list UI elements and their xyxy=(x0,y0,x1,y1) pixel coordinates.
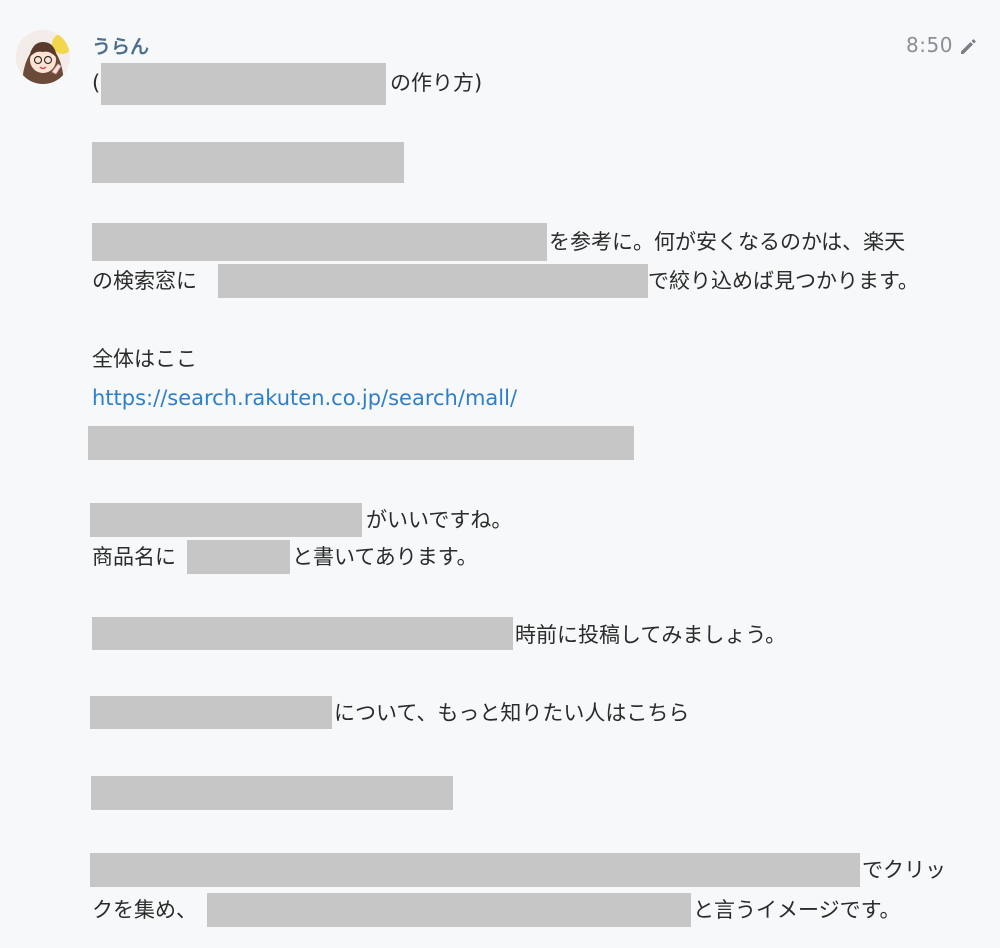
redacted-block xyxy=(92,142,404,183)
text-line-12-tail: でクリッ xyxy=(862,858,946,882)
text-line-4-head: の検索窓に xyxy=(92,269,197,293)
chat-message: うらん 8:50 ( の作り方) を参考に。何が安くなるのかは、楽天 の検索窓に… xyxy=(0,0,1000,948)
text-line-5: 全体はここ xyxy=(92,347,197,371)
redacted-block xyxy=(90,696,332,729)
redacted-block xyxy=(218,264,648,298)
redacted-block xyxy=(90,503,362,537)
redacted-block xyxy=(207,893,691,927)
text-line-7-tail: がいいですね。 xyxy=(366,508,513,532)
author-name[interactable]: うらん xyxy=(92,32,149,59)
text-line-4-tail: で絞り込めば見つかります。 xyxy=(648,269,919,293)
redacted-block xyxy=(101,63,386,105)
redacted-block xyxy=(91,776,453,810)
pencil-icon[interactable] xyxy=(958,36,978,56)
text-line-3-tail: を参考に。何が安くなるのかは、楽天 xyxy=(549,230,906,254)
avatar-illustration xyxy=(16,30,70,84)
avatar[interactable] xyxy=(16,30,70,84)
redacted-block xyxy=(92,223,547,261)
redacted-block xyxy=(187,540,290,574)
redacted-block xyxy=(88,426,634,460)
text-line-10-tail: について、もっと知りたい人はこちら xyxy=(334,701,690,725)
message-timestamp: 8:50 xyxy=(906,33,953,57)
redacted-block xyxy=(92,617,513,650)
text-paren-open: ( xyxy=(92,71,101,95)
text-line-13-tail: と言うイメージです。 xyxy=(693,898,901,922)
rakuten-search-link[interactable]: https://search.rakuten.co.jp/search/mall… xyxy=(92,383,517,413)
text-line-8-head: 商品名に xyxy=(92,545,176,569)
redacted-block xyxy=(90,853,860,887)
text-line-13-head: クを集め、 xyxy=(92,898,197,922)
text-line-1-tail: の作り方) xyxy=(390,71,483,95)
text-line-9-tail: 時前に投稿してみましょう。 xyxy=(515,623,787,647)
text-line-8-tail: と書いてあります。 xyxy=(292,545,478,569)
